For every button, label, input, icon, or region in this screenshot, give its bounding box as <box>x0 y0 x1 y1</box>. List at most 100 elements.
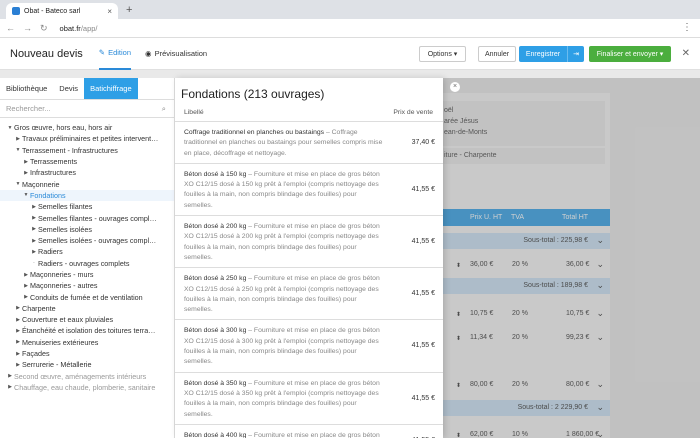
caret-right-icon[interactable]: ▶ <box>14 317 22 323</box>
list-item[interactable]: Coffrage traditionnel en planches ou bas… <box>175 122 443 164</box>
page-title: Nouveau devis <box>10 47 83 60</box>
caret-right-icon[interactable]: ▶ <box>22 283 30 289</box>
caret-right-icon[interactable]: ▶ <box>30 249 38 255</box>
tree-item-label: Terrassements <box>30 157 78 167</box>
tree-item-label: Maçonneries - murs <box>30 270 94 279</box>
caret-right-icon[interactable]: ▶ <box>30 204 38 210</box>
tree-item[interactable]: ▶ Maçonneries - murs <box>0 269 174 280</box>
list-item[interactable]: Béton dosé à 250 kg – Fourniture et mise… <box>175 268 443 321</box>
item-name: Béton dosé à 250 kg <box>184 275 247 283</box>
tree-item-label: Second œuvre, aménagements intérieurs <box>14 371 147 381</box>
tree-item[interactable]: ▶ Semelles filantes <box>0 201 174 212</box>
item-name: Béton dosé à 200 kg <box>184 223 247 231</box>
tree-item[interactable]: ▶ Serrurerie - Métallerie <box>0 359 174 370</box>
tree-item[interactable]: ▼ Gros œuvre, hors eau, hors air <box>0 122 174 133</box>
tab-previsualisation[interactable]: ◉ Prévisualisation <box>145 38 207 70</box>
caret-right-icon[interactable]: ▶ <box>30 238 38 244</box>
tree-item[interactable]: ▶ Semelles isolées <box>0 224 174 235</box>
tree-item[interactable]: ▶ Conduits de fumée et de ventilation <box>0 291 174 302</box>
caret-down-icon[interactable]: ▼ <box>6 125 14 131</box>
tree-item[interactable]: ▶ Infrastructures <box>0 167 174 178</box>
item-price: 41,55 € <box>411 394 435 402</box>
caret-right-icon[interactable]: ▶ <box>30 215 38 221</box>
tree-item-label: Conduits de fumée et de ventilation <box>30 292 143 302</box>
tree-item[interactable]: ▶ Menuiseries extérieures <box>0 337 174 348</box>
reload-icon[interactable]: ↻ <box>40 23 48 34</box>
caret-right-icon[interactable]: ▶ <box>14 362 22 368</box>
browser-tab[interactable]: Obat - Bateco sarl × <box>6 3 118 19</box>
caret-right-icon[interactable]: ▶ <box>14 339 22 345</box>
caret-right-icon[interactable]: · <box>30 260 38 266</box>
caret-down-icon[interactable]: ▼ <box>14 181 22 187</box>
tree-item[interactable]: ▶ Façades <box>0 348 174 359</box>
tree-item-label: Radiers <box>38 247 63 257</box>
caret-right-icon[interactable]: ▶ <box>6 384 14 390</box>
category-tree: ▼ Gros œuvre, hors eau, hors air ▶ Travaux … <box>0 118 174 393</box>
close-icon[interactable]: ✕ <box>682 48 690 59</box>
tab-bibliotheque[interactable]: Bibliothèque <box>0 78 53 99</box>
cancel-button[interactable]: Annuler <box>478 46 516 62</box>
list-item[interactable]: Béton dosé à 400 kg – Fourniture et mise… <box>175 425 443 438</box>
item-price: 41,55 € <box>411 238 435 246</box>
tree-item[interactable]: ▼ Maçonnerie <box>0 178 174 189</box>
tree-item-label: Semelles filantes - ouvrages compl… <box>38 213 157 223</box>
tree-item[interactable]: ▶ Charpente <box>0 303 174 314</box>
tree-item[interactable]: ▶ Radiers <box>0 246 174 257</box>
tree-item[interactable]: ▶ Maçonneries - autres <box>0 280 174 291</box>
caret-right-icon[interactable]: ▶ <box>22 294 30 300</box>
item-name: Béton dosé à 300 kg <box>184 327 247 335</box>
tab-devis[interactable]: Devis <box>53 78 84 99</box>
close-panel-icon[interactable]: × <box>450 82 460 92</box>
tab-edition[interactable]: ✎ Edition <box>98 38 132 70</box>
caret-right-icon[interactable]: ▶ <box>22 170 30 176</box>
tree-item[interactable]: · Radiers - ouvrages complets <box>0 258 174 269</box>
tree-item[interactable]: ▶ Semelles isolées - ouvrages compl… <box>0 235 174 246</box>
caret-right-icon[interactable]: ▶ <box>30 226 38 232</box>
tree-item[interactable]: ▶ Chauffage, eau chaude, plomberie, sanit… <box>0 382 174 393</box>
tree-item[interactable]: ▶ Second œuvre, aménagements intérieurs <box>0 371 174 382</box>
tree-item-label: Serrurerie - Métallerie <box>22 360 92 370</box>
url-field[interactable]: obat.fr/app/ <box>60 24 98 33</box>
list-item[interactable]: Béton dosé à 300 kg – Fourniture et mise… <box>175 320 443 373</box>
list-header: Libellé Prix de vente <box>175 106 443 122</box>
tree-item[interactable]: ▼ Terrassement - Infrastructures <box>0 145 174 156</box>
tree-item[interactable]: ▶ Semelles filantes - ouvrages compl… <box>0 212 174 223</box>
tree-item-label: Semelles isolées - ouvrages compl… <box>38 236 157 246</box>
save-exit-icon[interactable]: ⇥ <box>567 46 584 62</box>
tree-item[interactable]: ▼ Fondations <box>0 189 174 202</box>
caret-right-icon[interactable]: ▶ <box>6 373 14 379</box>
caret-right-icon[interactable]: ▶ <box>22 159 30 165</box>
forward-icon[interactable]: → <box>23 23 32 33</box>
caret-right-icon[interactable]: ▶ <box>14 328 22 334</box>
finalize-send-button[interactable]: Finaliser et envoyer ▾ <box>589 46 671 62</box>
list-item[interactable]: Béton dosé à 150 kg – Fourniture et mise… <box>175 164 443 217</box>
browser-menu-icon[interactable]: ⋮ <box>682 22 692 33</box>
eye-icon: ◉ <box>145 49 152 58</box>
tree-item[interactable]: ▶ Travaux préliminaires et petites interv… <box>0 133 174 144</box>
list-item[interactable]: Béton dosé à 200 kg – Fourniture et mise… <box>175 216 443 269</box>
caret-right-icon[interactable]: ▶ <box>14 351 22 357</box>
tree-item[interactable]: ▶ Couverture et eaux pluviales <box>0 314 174 325</box>
caret-right-icon[interactable]: ▶ <box>22 272 30 278</box>
tree-item-label: Maçonnerie <box>22 179 60 189</box>
tree-item-label: Façades <box>22 349 50 359</box>
options-button[interactable]: Options ▾ <box>419 46 466 62</box>
item-price: 41,55 € <box>411 342 435 350</box>
caret-down-icon[interactable]: ▼ <box>14 147 22 153</box>
save-button[interactable]: Enregistrer <box>519 46 567 62</box>
tab-close-icon[interactable]: × <box>107 7 112 16</box>
new-tab-button[interactable]: + <box>126 4 132 16</box>
search-input[interactable]: Rechercher... ⌕ <box>0 100 174 118</box>
search-icon: ⌕ <box>161 104 166 113</box>
item-name: Béton dosé à 150 kg <box>184 170 247 178</box>
tree-item-label: Semelles isolées <box>38 224 92 234</box>
caret-right-icon[interactable]: ▶ <box>14 136 22 142</box>
tree-item[interactable]: ▶ Terrassements <box>0 156 174 167</box>
favicon-icon <box>12 7 20 15</box>
caret-down-icon[interactable]: ▼ <box>22 192 30 198</box>
caret-right-icon[interactable]: ▶ <box>14 305 22 311</box>
tree-item[interactable]: ▶ Étanchéité et isolation des toitures te… <box>0 325 174 336</box>
list-item[interactable]: Béton dosé à 350 kg – Fourniture et mise… <box>175 373 443 425</box>
tab-batichiffrage[interactable]: Batichiffrage <box>84 78 138 99</box>
back-icon[interactable]: ← <box>6 23 15 33</box>
